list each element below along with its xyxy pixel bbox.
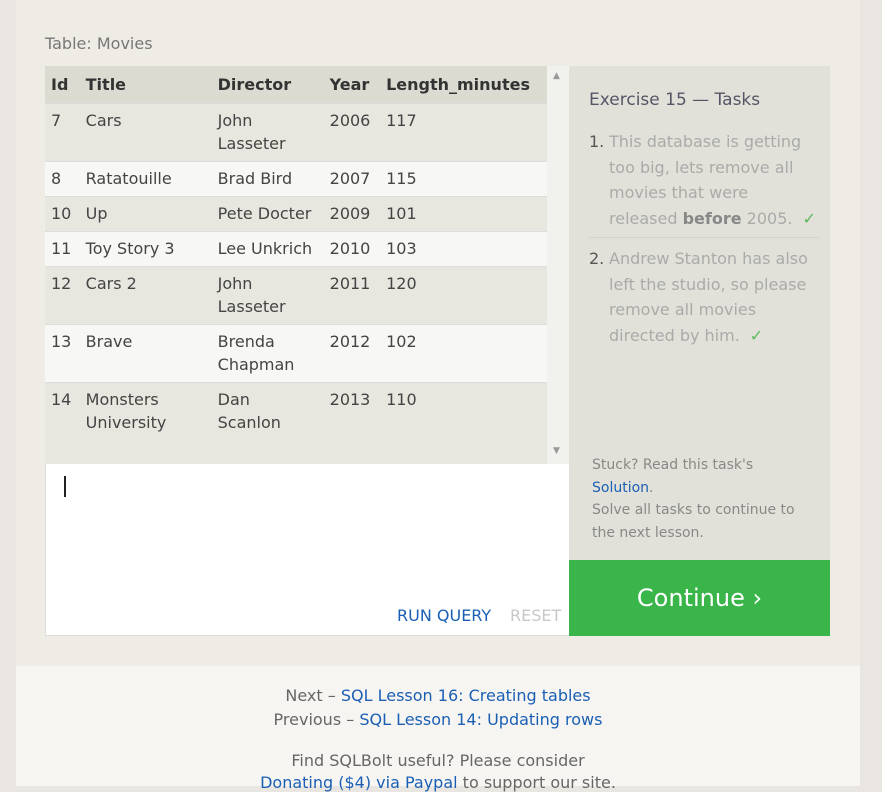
donate-line: Donating ($4) via Paypal to support our … bbox=[260, 773, 616, 792]
check-icon: ✓ bbox=[749, 325, 764, 345]
cell-title: Brave bbox=[79, 324, 212, 383]
next-lesson-link[interactable]: SQL Lesson 16: Creating tables bbox=[341, 686, 591, 705]
exercise-title: Exercise 15 — Tasks bbox=[589, 90, 761, 110]
task-text: Andrew Stanton has also left the studio,… bbox=[609, 249, 808, 345]
task-item: 2. Andrew Stanton has also left the stud… bbox=[589, 246, 819, 348]
cell-title: Monsters University bbox=[79, 382, 212, 440]
task-number: 2. bbox=[589, 249, 605, 268]
cell-director: John Lasseter bbox=[211, 266, 324, 325]
cell-length: 103 bbox=[380, 231, 547, 267]
solution-link[interactable]: Solution bbox=[592, 480, 649, 496]
cell-year: 2007 bbox=[323, 161, 381, 197]
table-caption: Table: Movies bbox=[45, 34, 153, 53]
lesson-footer: Next – SQL Lesson 16: Creating tables Pr… bbox=[16, 666, 860, 792]
cell-year: 2009 bbox=[323, 196, 381, 232]
cell-id: 10 bbox=[45, 196, 80, 232]
column-header-length: Length_minutes bbox=[380, 66, 547, 104]
cell-length: 110 bbox=[380, 382, 547, 440]
table-row: 11 Toy Story 3 Lee Unkrich 2010 103 bbox=[45, 231, 547, 267]
cell-year: 2013 bbox=[323, 382, 381, 440]
cell-length: 102 bbox=[380, 324, 547, 383]
task-item: 1. This database is getting too big, let… bbox=[589, 129, 819, 238]
column-header-id: Id bbox=[45, 66, 80, 104]
cell-year: 2012 bbox=[323, 324, 381, 383]
query-results-panel[interactable]: Id Title Director Year Length_minutes 7 … bbox=[45, 66, 569, 464]
sql-query-editor[interactable]: RUN QUERY RESET bbox=[45, 464, 569, 636]
next-lesson-line: Next – SQL Lesson 16: Creating tables bbox=[285, 686, 591, 705]
task-list: 1. This database is getting too big, let… bbox=[589, 129, 819, 348]
cell-id: 7 bbox=[45, 103, 80, 162]
cell-id: 11 bbox=[45, 231, 80, 267]
task-emphasis: before bbox=[682, 208, 742, 228]
run-query-button[interactable]: RUN QUERY bbox=[397, 606, 491, 625]
cell-title: Ratatouille bbox=[79, 161, 212, 197]
cell-id: 12 bbox=[45, 266, 80, 325]
movies-table: Id Title Director Year Length_minutes 7 … bbox=[45, 66, 547, 440]
cell-length: 117 bbox=[380, 103, 547, 162]
scroll-down-arrow-icon[interactable]: ▼ bbox=[553, 446, 560, 456]
cell-year: 2010 bbox=[323, 231, 381, 267]
table-row: 7 Cars John Lasseter 2006 117 bbox=[45, 103, 547, 162]
cell-title: Cars bbox=[79, 103, 212, 162]
text-cursor bbox=[64, 476, 66, 497]
check-icon: ✓ bbox=[802, 208, 816, 228]
stuck-help-text: Stuck? Read this task's Solution. Solve … bbox=[592, 457, 795, 541]
cell-title: Toy Story 3 bbox=[79, 231, 212, 267]
continue-button[interactable]: Continue › bbox=[569, 560, 830, 636]
support-text: Find SQLBolt useful? Please consider bbox=[291, 751, 585, 770]
cell-id: 8 bbox=[45, 161, 80, 197]
column-header-title: Title bbox=[79, 66, 212, 104]
cell-director: Dan Scanlon bbox=[211, 382, 324, 440]
cell-year: 2011 bbox=[323, 266, 381, 325]
exercise-tasks-panel: Exercise 15 — Tasks 1. This database is … bbox=[569, 66, 830, 560]
cell-year: 2006 bbox=[323, 103, 381, 162]
cell-title: Up bbox=[79, 196, 212, 232]
table-row: 12 Cars 2 John Lasseter 2011 120 bbox=[45, 266, 547, 325]
column-header-year: Year bbox=[323, 66, 381, 104]
table-row: 8 Ratatouille Brad Bird 2007 115 bbox=[45, 161, 547, 197]
table-row: 13 Brave Brenda Chapman 2012 102 bbox=[45, 324, 547, 383]
task-number: 1. bbox=[589, 132, 605, 151]
reset-button[interactable]: RESET bbox=[510, 606, 561, 625]
scroll-up-arrow-icon[interactable]: ▲ bbox=[553, 71, 560, 81]
task-text: This database is getting too big, lets r… bbox=[609, 132, 802, 228]
table-row: 10 Up Pete Docter 2009 101 bbox=[45, 196, 547, 232]
cell-id: 14 bbox=[45, 382, 80, 440]
cell-id: 13 bbox=[45, 324, 80, 383]
cell-director: Brad Bird bbox=[211, 161, 324, 197]
cell-length: 115 bbox=[380, 161, 547, 197]
column-header-director: Director bbox=[211, 66, 324, 104]
table-row: 14 Monsters University Dan Scanlon 2013 … bbox=[45, 382, 547, 440]
table-header-row: Id Title Director Year Length_minutes bbox=[45, 66, 547, 104]
results-scrollbar[interactable]: ▲ ▼ bbox=[547, 66, 569, 464]
cell-director: John Lasseter bbox=[211, 103, 324, 162]
cell-length: 101 bbox=[380, 196, 547, 232]
cell-director: Pete Docter bbox=[211, 196, 324, 232]
previous-lesson-link[interactable]: SQL Lesson 14: Updating rows bbox=[359, 710, 602, 729]
cell-director: Brenda Chapman bbox=[211, 324, 324, 383]
cell-title: Cars 2 bbox=[79, 266, 212, 325]
cell-director: Lee Unkrich bbox=[211, 231, 324, 267]
previous-lesson-line: Previous – SQL Lesson 14: Updating rows bbox=[273, 710, 603, 729]
donate-link[interactable]: Donating ($4) via Paypal bbox=[260, 773, 458, 792]
cell-length: 120 bbox=[380, 266, 547, 325]
